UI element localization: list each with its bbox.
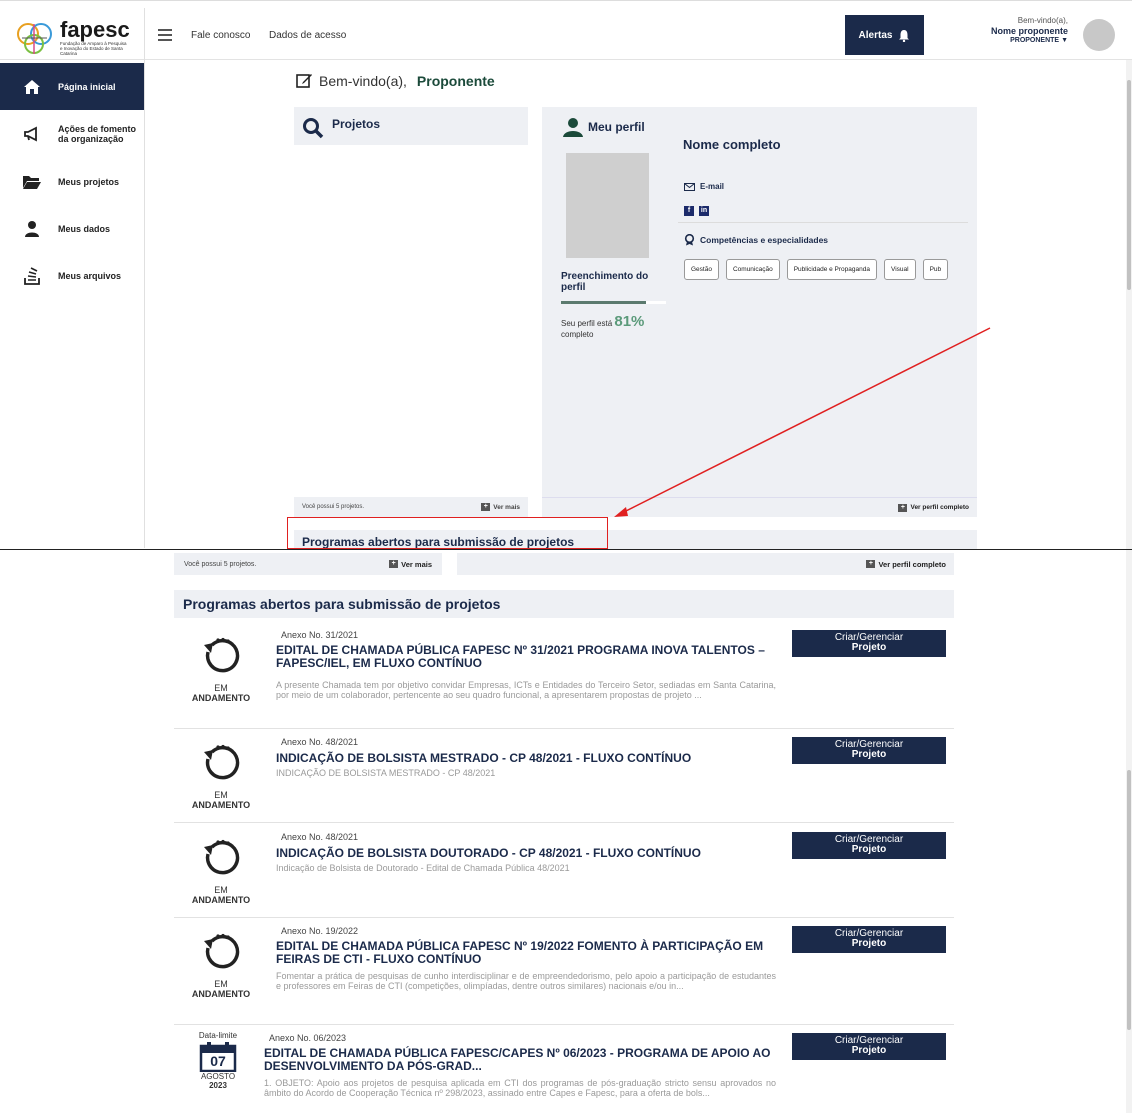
program-item: EM ANDAMENTO Anexo No. 19/2022 EDITAL DE … xyxy=(174,924,954,1025)
program-item: EM ANDAMENTO Anexo No. 31/2021 EDITAL DE … xyxy=(174,628,954,729)
projects-footer: Você possui 5 projetos. + Ver mais xyxy=(174,553,442,575)
program-description: 1. OBJETO: Apoio aos projetos de pesquis… xyxy=(264,1078,776,1098)
status-in-progress: EM ANDAMENTO xyxy=(186,834,256,905)
deadline-month: AGOSTO xyxy=(200,1072,236,1081)
program-title[interactable]: INDICAÇÃO DE BOLSISTA MESTRADO - CP 48/2… xyxy=(276,752,776,765)
in-progress-icon xyxy=(204,744,240,780)
deadline-label: Data-limite xyxy=(198,1031,238,1040)
projects-more-link[interactable]: + Ver mais xyxy=(389,560,432,569)
create-manage-project-button[interactable]: Criar/Gerenciar Projeto xyxy=(792,630,946,657)
plus-icon: + xyxy=(389,560,399,568)
in-progress-icon xyxy=(204,637,240,673)
create-manage-project-button[interactable]: Criar/Gerenciar Projeto xyxy=(792,832,946,859)
program-title[interactable]: EDITAL DE CHAMADA PÚBLICA FAPESC Nº 19/2… xyxy=(276,940,776,966)
scrollbar[interactable] xyxy=(1126,550,1132,1113)
program-title[interactable]: INDICAÇÃO DE BOLSISTA DOUTORADO - CP 48/… xyxy=(276,847,776,860)
program-anexo: Anexo No. 48/2021 xyxy=(281,737,359,747)
program-description: INDICAÇÃO DE BOLSISTA MESTRADO - CP 48/2… xyxy=(276,768,496,778)
in-progress-icon xyxy=(204,933,240,969)
status-in-progress: EM ANDAMENTO xyxy=(186,739,256,810)
programs-title: Programas abertos para submissão de proj… xyxy=(183,596,501,612)
program-title[interactable]: EDITAL DE CHAMADA PÚBLICA FAPESC/CAPES N… xyxy=(264,1047,774,1073)
deadline-year: 2023 xyxy=(209,1081,227,1090)
program-item: EM ANDAMENTO Anexo No. 48/2021 INDICAÇÃO … xyxy=(174,735,954,823)
program-description: A presente Chamada tem por objetivo conv… xyxy=(276,680,776,700)
program-item: Data-limite 07 AGOSTO 2023 Anexo No. 06/… xyxy=(174,1031,954,1113)
scrollbar-thumb[interactable] xyxy=(1127,770,1131,1030)
program-anexo: Anexo No. 06/2023 xyxy=(269,1033,347,1043)
program-description: Fomentar a prática de pesquisas de cunho… xyxy=(276,971,776,991)
program-anexo: Anexo No. 48/2021 xyxy=(281,832,359,842)
status-in-progress: EM ANDAMENTO xyxy=(186,928,256,999)
deadline-calendar: Data-limite 07 AGOSTO 2023 xyxy=(188,1031,248,1090)
in-progress-icon xyxy=(204,839,240,875)
deadline-day: 07 xyxy=(210,1053,226,1069)
annotation-arrow-icon xyxy=(614,327,991,517)
program-anexo: Anexo No. 19/2022 xyxy=(281,926,359,936)
create-manage-project-button[interactable]: Criar/Gerenciar Projeto xyxy=(792,926,946,953)
program-title[interactable]: EDITAL DE CHAMADA PÚBLICA FAPESC Nº 31/2… xyxy=(276,644,776,670)
screenshot-bottom: Você possui 5 projetos. + Ver mais + Ver p… xyxy=(0,550,1132,1113)
screenshot-top: fapesc Fundação de Amparo à Pesquisa e I… xyxy=(0,0,1132,549)
program-item: EM ANDAMENTO Anexo No. 48/2021 INDICAÇÃO … xyxy=(174,830,954,918)
profile-full-link[interactable]: + Ver perfil completo xyxy=(866,560,946,569)
create-manage-project-button[interactable]: Criar/Gerenciar Projeto xyxy=(792,737,946,764)
plus-icon: + xyxy=(866,560,876,568)
program-anexo: Anexo No. 31/2021 xyxy=(281,630,359,640)
profile-footer: + Ver perfil completo xyxy=(457,553,954,575)
calendar-icon: 07 xyxy=(199,1042,237,1072)
status-in-progress: EM ANDAMENTO xyxy=(186,632,256,703)
create-manage-project-button[interactable]: Criar/Gerenciar Projeto xyxy=(792,1033,946,1060)
projects-count: Você possui 5 projetos. xyxy=(184,560,257,568)
program-description: Indicação de Bolsista de Doutorado - Edi… xyxy=(276,863,570,873)
